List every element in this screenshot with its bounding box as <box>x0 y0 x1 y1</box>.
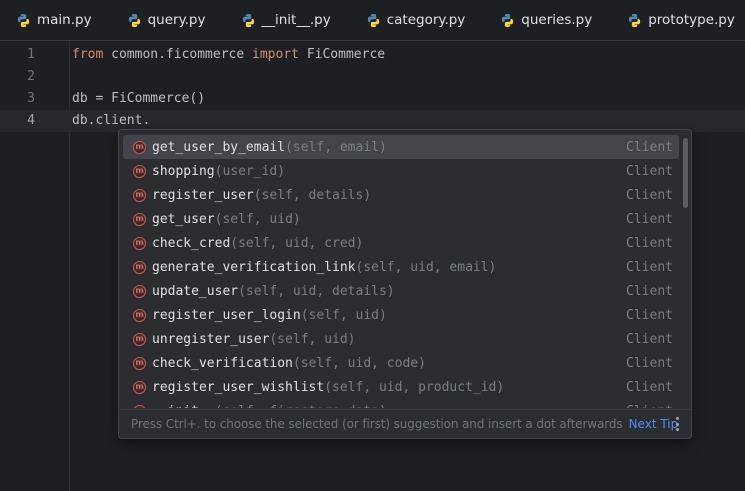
tab-label: __init__.py <box>261 12 331 28</box>
keyword-from: from <box>72 47 104 62</box>
completion-item-params: (self, uid, product_id) <box>324 379 505 395</box>
method-icon: m <box>133 236 146 250</box>
method-icon: m <box>133 380 146 394</box>
code-text: from common.ficommerce import FiCommerce <box>72 44 385 66</box>
tab-label: category.py <box>386 12 466 28</box>
completion-item-params: (self, email) <box>285 139 387 155</box>
code-line[interactable]: 1 from common.ficommerce import FiCommer… <box>0 44 745 66</box>
completion-item-params: (self, details) <box>253 187 372 203</box>
completion-item-type: Client <box>626 235 673 251</box>
method-icon: m <box>133 188 146 202</box>
line-number: 4 <box>27 113 35 128</box>
completion-item-type: Client <box>626 404 673 409</box>
completion-item[interactable]: m generate_verification_link (self, uid, e… <box>123 255 679 279</box>
completion-item-params: (self, uid) <box>269 331 356 347</box>
completion-item-params: (self, uid) <box>300 307 387 323</box>
completion-item-name: get_user <box>152 211 215 227</box>
completion-popup: m get_user_by_email (self, email) Client m sh… <box>118 129 692 439</box>
completion-item[interactable]: m check_cred (self, uid, cred) Client <box>123 231 679 255</box>
module-path: common.ficommerce <box>103 47 253 62</box>
completion-item[interactable]: m register_user (self, details) Client <box>123 183 679 207</box>
completion-item-params: (self, uid, cred) <box>230 235 364 251</box>
tab-init-py[interactable]: __init__.py <box>223 0 348 40</box>
completion-item-type: Client <box>626 163 673 179</box>
completion-item-type: Client <box>626 331 673 347</box>
completion-item-type: Client <box>626 187 673 203</box>
completion-item-name: check_verification <box>152 355 293 371</box>
code-line[interactable]: 2 <box>0 66 745 88</box>
line-number: 2 <box>27 69 35 84</box>
completion-item[interactable]: m shopping (user_id) Client <box>123 159 679 183</box>
method-icon: m <box>133 332 146 346</box>
completion-item-name: get_user_by_email <box>152 139 286 155</box>
completion-item-type: Client <box>626 259 673 275</box>
tab-main-py[interactable]: main.py <box>0 0 109 40</box>
code-text: db = FiCommerce() <box>72 91 206 106</box>
completion-item-name: unregister_user <box>152 331 270 347</box>
editor-tab-bar: main.py query.py __init__.py category.py… <box>0 0 745 41</box>
tab-label: prototype.py <box>648 12 735 28</box>
tab-prototype-py[interactable]: prototype.py <box>609 0 745 40</box>
tab-label: queries.py <box>521 12 593 28</box>
completion-item-type: Client <box>626 355 673 371</box>
completion-item-name: register_user_login <box>152 307 301 323</box>
more-options-icon[interactable] <box>676 417 679 431</box>
completion-item-name: generate_verification_link <box>152 259 356 275</box>
line-number: 3 <box>27 91 35 106</box>
completion-item-type: Client <box>626 307 673 323</box>
completion-item-params: (self, uid, details) <box>238 283 395 299</box>
method-icon: m <box>133 212 146 226</box>
tab-category-py[interactable]: category.py <box>348 0 483 40</box>
method-icon: m <box>133 284 146 298</box>
completion-item-type: Client <box>626 379 673 395</box>
completion-item[interactable]: m update_user (self, uid, details) Client <box>123 279 679 303</box>
completion-item-params: (user_id) <box>214 163 286 179</box>
tab-label: query.py <box>147 12 206 28</box>
completion-list[interactable]: m get_user_by_email (self, email) Client m sh… <box>119 130 691 408</box>
python-icon <box>629 13 641 27</box>
line-number: 1 <box>27 47 35 62</box>
completion-item[interactable]: m register_user_login (self, uid) Client <box>123 303 679 327</box>
keyword-import: import <box>252 47 299 62</box>
completion-item[interactable]: m check_verification (self, uid, code) Clie… <box>123 351 679 375</box>
code-line[interactable]: 3 db = FiCommerce() <box>0 88 745 110</box>
completion-item-params: (self, uid, email) <box>355 259 497 275</box>
completion-item-params: (self, uid) <box>214 211 301 227</box>
method-icon: m <box>133 404 146 408</box>
python-icon <box>17 13 30 27</box>
completion-item-name: __init__ <box>152 404 215 409</box>
completion-scrollbar[interactable] <box>683 138 688 208</box>
completion-item-params: (self, uid, code) <box>292 355 426 371</box>
python-icon <box>242 13 254 27</box>
completion-item-type: Client <box>626 211 673 227</box>
tab-query-py[interactable]: query.py <box>109 0 223 40</box>
completion-item-name: shopping <box>152 163 215 179</box>
completion-item-type: Client <box>626 283 673 299</box>
completion-item[interactable]: m unregister_user (self, uid) Client <box>123 327 679 351</box>
completion-item-name: register_user_wishlist <box>152 379 325 395</box>
method-icon: m <box>133 308 146 322</box>
completion-item[interactable]: m __init__(self, firestore_data) Client <box>123 399 679 408</box>
completion-item[interactable]: m get_user_by_email (self, email) Client <box>123 135 679 159</box>
python-icon <box>502 13 514 27</box>
method-icon: m <box>133 164 146 178</box>
completion-item[interactable]: m get_user (self, uid) Client <box>123 207 679 231</box>
python-icon <box>367 13 379 27</box>
method-icon: m <box>133 356 146 370</box>
method-icon: m <box>133 260 146 274</box>
python-icon <box>128 13 140 27</box>
completion-hint: Press Ctrl+. to choose the selected (or … <box>131 417 623 431</box>
completion-item-name: check_cred <box>152 235 231 251</box>
completion-item-params: (self, firestore_data) <box>215 404 387 409</box>
completion-item-name: register_user <box>152 187 254 203</box>
completion-item-type: Client <box>626 139 673 155</box>
next-tip-link[interactable]: Next Tip <box>629 417 679 431</box>
tab-queries-py[interactable]: queries.py <box>482 0 609 40</box>
completion-footer: Press Ctrl+. to choose the selected (or … <box>119 409 691 438</box>
completion-item-name: update_user <box>152 283 239 299</box>
completion-item[interactable]: m register_user_wishlist (self, uid, produ… <box>123 375 679 399</box>
import-name: FiCommerce <box>299 47 386 62</box>
method-icon: m <box>133 140 146 154</box>
tab-label: main.py <box>37 12 92 28</box>
